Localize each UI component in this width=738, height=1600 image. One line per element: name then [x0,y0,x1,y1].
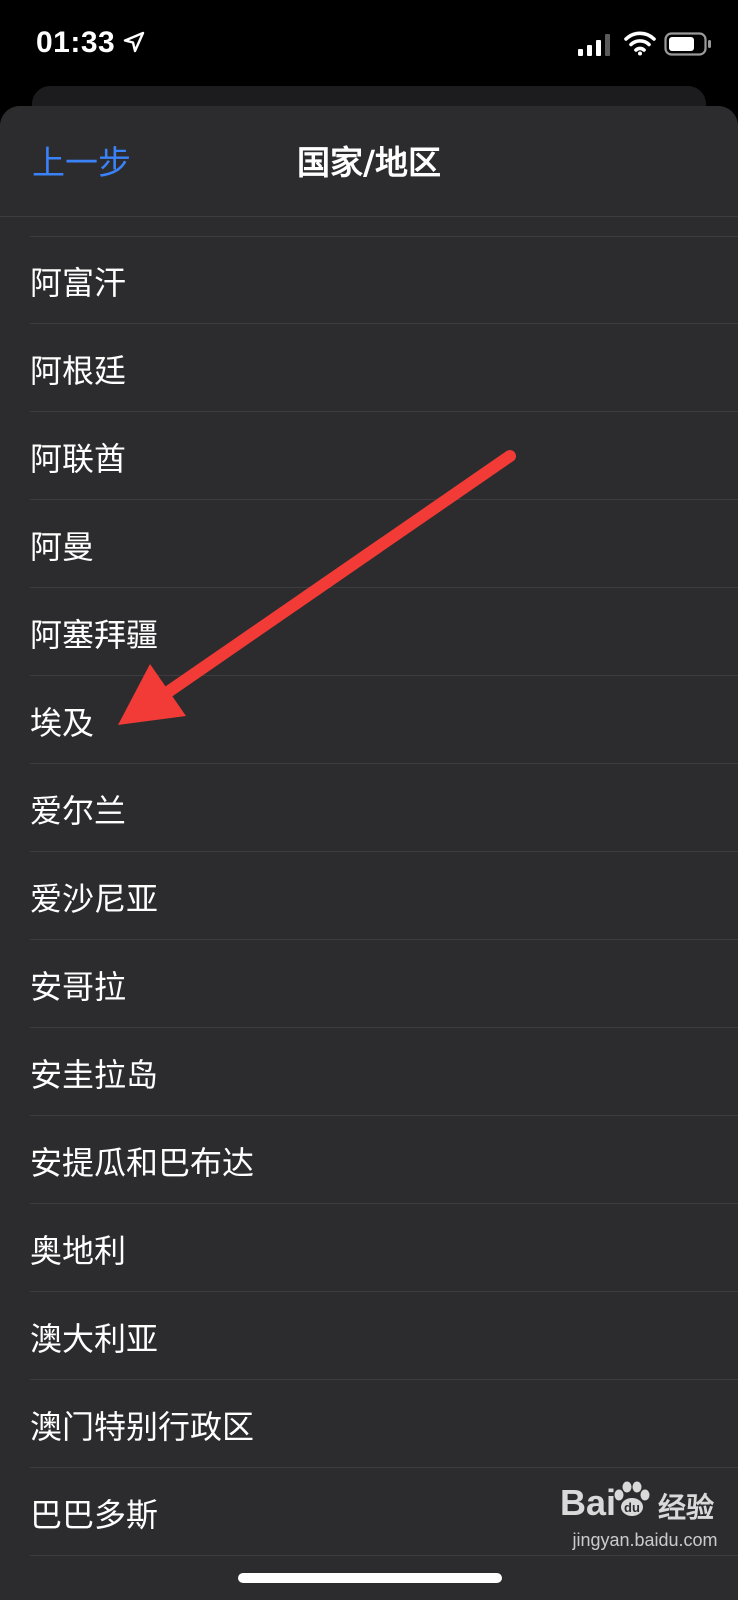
country-label: 阿富汗 [30,264,127,302]
screen: 01:33 上一步 国家/地区 阿富汗 阿根廷 阿联酋 阿曼 阿塞拜疆 埃及 爱… [0,0,738,1600]
status-time: 01:33 [36,26,116,59]
list-item-egypt[interactable]: 埃及 [0,676,738,764]
baidu-jingyan-watermark: Bai du 经验 jingyan.baidu.com [560,1478,730,1568]
list-item[interactable]: 澳门特别行政区 [0,1380,738,1468]
list-item[interactable]: 奥地利 [0,1204,738,1292]
country-label: 爱尔兰 [30,792,127,830]
svg-text:du: du [624,1500,640,1515]
paw-icon: du [614,1481,650,1516]
list-item[interactable]: 阿塞拜疆 [0,588,738,676]
status-bar: 01:33 [0,0,738,90]
wifi-icon [624,31,656,56]
list-item[interactable]: 阿富汗 [0,236,738,324]
country-label: 澳门特别行政区 [30,1408,255,1446]
country-label: 爱沙尼亚 [30,880,159,918]
country-region-sheet: 上一步 国家/地区 阿富汗 阿根廷 阿联酋 阿曼 阿塞拜疆 埃及 爱尔兰 爱沙尼… [0,106,738,1600]
page-title: 国家/地区 [296,143,442,182]
country-label: 阿塞拜疆 [30,616,159,654]
list-item[interactable]: 阿曼 [0,500,738,588]
cellular-signal-icon [578,34,610,56]
country-label: 阿联酋 [30,440,127,478]
country-label: 埃及 [30,704,95,742]
list-item[interactable]: 安提瓜和巴布达 [0,1116,738,1204]
navigation-bar: 上一步 国家/地区 [0,106,738,217]
watermark-brand-cn: 经验 [658,1491,715,1524]
battery-icon [664,32,711,56]
list-item[interactable]: 阿根廷 [0,324,738,412]
list-item[interactable]: 澳大利亚 [0,1292,738,1380]
country-label: 澳大利亚 [30,1320,159,1358]
country-label: 阿根廷 [30,352,127,390]
location-arrow-icon [123,31,145,53]
country-label: 安圭拉岛 [30,1056,159,1094]
list-item[interactable]: 爱尔兰 [0,764,738,852]
country-label: 安哥拉 [30,968,127,1006]
watermark-brand: Bai [560,1482,617,1523]
list-item[interactable]: 安圭拉岛 [0,1028,738,1116]
country-label: 巴巴多斯 [30,1496,159,1534]
country-label: 阿曼 [30,528,95,566]
list-item[interactable]: 阿联酋 [0,412,738,500]
country-label: 奥地利 [30,1232,127,1270]
home-indicator[interactable] [238,1573,502,1583]
watermark-url: jingyan.baidu.com [572,1530,718,1550]
list-item[interactable]: 安哥拉 [0,940,738,1028]
country-label: 安提瓜和巴布达 [30,1144,255,1182]
list-item[interactable]: 爱沙尼亚 [0,852,738,940]
